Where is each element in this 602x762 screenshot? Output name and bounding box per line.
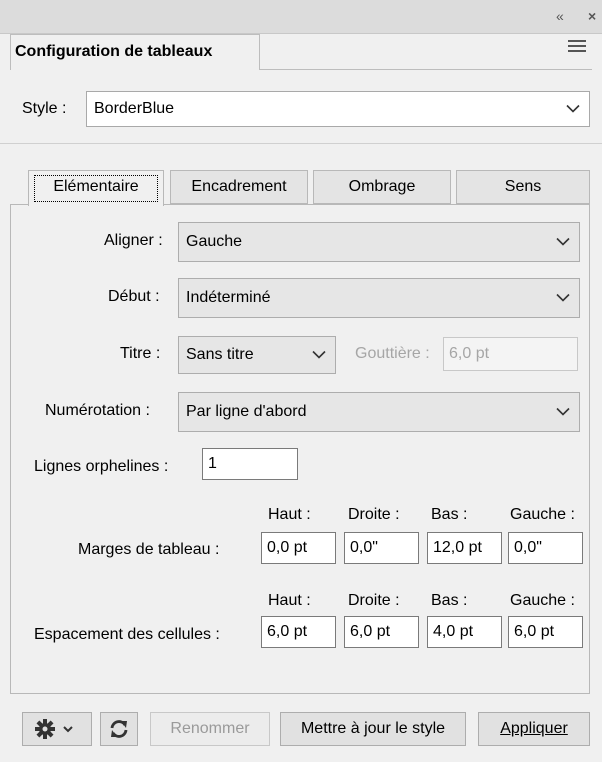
gear-icon	[35, 718, 73, 739]
refresh-button[interactable]	[100, 712, 138, 746]
update-style-button[interactable]: Mettre à jour le style	[280, 712, 466, 746]
margin-header-haut: Haut :	[268, 506, 311, 523]
panel-tab-divider	[260, 69, 592, 70]
chevron-down-icon	[312, 350, 326, 359]
margin-left-value: 0,0"	[514, 539, 542, 556]
style-label: Style :	[22, 100, 67, 117]
chevron-down-icon	[566, 104, 580, 113]
spacing-label: Espacement des cellules :	[34, 626, 220, 643]
panel-tab[interactable]: Configuration de tableaux	[10, 34, 260, 70]
lignes-orphelines-value: 1	[208, 455, 217, 472]
rename-button: Renommer	[150, 712, 270, 746]
divider	[0, 143, 602, 144]
tab-encadrement[interactable]: Encadrement	[170, 170, 308, 204]
collapse-icon[interactable]: «	[556, 8, 564, 24]
gouttiere-value: 6,0 pt	[449, 345, 490, 362]
spacing-header-haut: Haut :	[268, 592, 311, 609]
tab-focus-ring	[34, 175, 158, 202]
numerotation-label: Numérotation :	[45, 402, 150, 419]
spacing-header-gauche: Gauche :	[510, 592, 575, 609]
panel-titlebar	[0, 0, 602, 34]
margin-right-field[interactable]: 0,0"	[344, 532, 419, 564]
chevron-down-icon	[556, 407, 570, 416]
debut-label: Début :	[108, 288, 160, 305]
margin-bottom-field[interactable]: 12,0 pt	[427, 532, 502, 564]
aligner-select[interactable]: Gauche	[178, 222, 580, 262]
margin-right-value: 0,0"	[350, 539, 378, 556]
tab-ombrage[interactable]: Ombrage	[313, 170, 451, 204]
chevron-down-icon	[556, 293, 570, 302]
gouttiere-field: 6,0 pt	[443, 337, 578, 371]
debut-select[interactable]: Indéterminé	[178, 278, 580, 318]
rename-label: Renommer	[170, 720, 250, 737]
hamburger-menu-icon[interactable]	[568, 40, 586, 56]
margin-header-bas: Bas :	[431, 506, 468, 523]
numerotation-value: Par ligne d'abord	[186, 403, 307, 420]
titre-value: Sans titre	[186, 346, 254, 363]
debut-value: Indéterminé	[186, 289, 271, 306]
spacing-bottom-value: 4,0 pt	[433, 623, 474, 640]
spacing-bottom-field[interactable]: 4,0 pt	[427, 616, 502, 648]
margin-header-gauche: Gauche :	[510, 506, 575, 523]
aligner-label: Aligner :	[104, 232, 163, 249]
spacing-header-droite: Droite :	[348, 592, 400, 609]
spacing-right-field[interactable]: 6,0 pt	[344, 616, 419, 648]
spacing-header-bas: Bas :	[431, 592, 468, 609]
style-select[interactable]: BorderBlue	[86, 91, 590, 127]
tab-label: Ombrage	[348, 178, 416, 195]
style-value: BorderBlue	[94, 100, 175, 117]
update-style-label: Mettre à jour le style	[300, 720, 446, 737]
spacing-left-field[interactable]: 6,0 pt	[508, 616, 583, 648]
margin-top-value: 0,0 pt	[267, 539, 308, 556]
spacing-top-field[interactable]: 6,0 pt	[261, 616, 336, 648]
tab-label: Sens	[504, 178, 542, 195]
lignes-orphelines-label: Lignes orphelines :	[34, 458, 169, 475]
spacing-right-value: 6,0 pt	[350, 623, 391, 640]
tab-sens[interactable]: Sens	[456, 170, 590, 204]
apply-label: Appliquer	[500, 720, 568, 737]
margin-left-field[interactable]: 0,0"	[508, 532, 583, 564]
margin-top-field[interactable]: 0,0 pt	[261, 532, 336, 564]
spacing-top-value: 6,0 pt	[267, 623, 308, 640]
titre-label: Titre :	[120, 345, 161, 362]
apply-button[interactable]: Appliquer	[478, 712, 590, 746]
tab-label: Encadrement	[191, 178, 287, 195]
margin-bottom-value: 12,0 pt	[433, 539, 482, 556]
spacing-left-value: 6,0 pt	[514, 623, 555, 640]
margins-label: Marges de tableau :	[78, 541, 220, 558]
tab-elementaire[interactable]: Elémentaire	[28, 170, 164, 206]
lignes-orphelines-field[interactable]: 1	[202, 448, 298, 480]
gear-menu-button[interactable]	[22, 712, 92, 746]
chevron-down-icon	[556, 237, 570, 246]
aligner-value: Gauche	[186, 233, 243, 250]
titre-select[interactable]: Sans titre	[178, 336, 336, 374]
gouttiere-label: Gouttière :	[355, 345, 430, 362]
close-icon[interactable]: ×	[588, 8, 596, 24]
numerotation-select[interactable]: Par ligne d'abord	[178, 392, 580, 432]
margin-header-droite: Droite :	[348, 506, 400, 523]
refresh-icon	[110, 719, 128, 738]
